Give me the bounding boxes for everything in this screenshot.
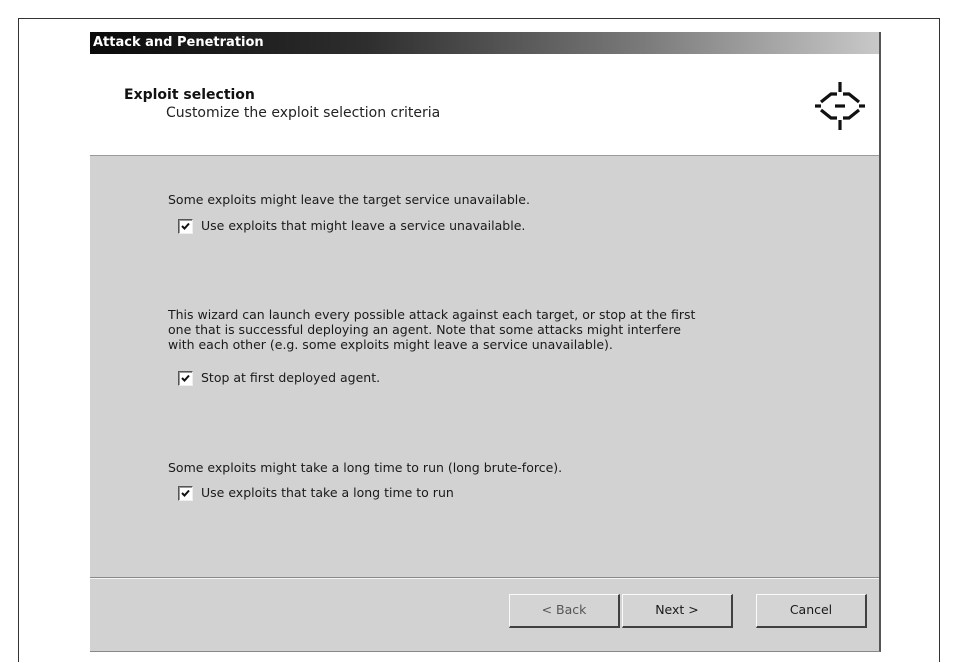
checkbox-stop-first-agent[interactable] [178,371,193,386]
checkbox-label-service-unavailable[interactable]: Use exploits that might leave a service … [201,218,525,233]
check-mark-icon [181,489,190,497]
section-3-line-1: Some exploits might take a long time to … [168,460,563,475]
wizard-dialog: Attack and Penetration Exploit selection… [90,32,881,652]
section-2-line-2: one that is successful deploying an agen… [168,322,682,337]
next-button[interactable]: Next > [622,594,733,628]
wizard-header: Exploit selection Customize the exploit … [90,54,879,156]
checkbox-long-running[interactable] [178,486,193,501]
check-mark-icon [181,222,190,230]
title-bar[interactable]: Attack and Penetration [90,32,879,54]
checkbox-service-unavailable[interactable] [178,219,193,234]
section-3-text: Some exploits might take a long time to … [168,460,562,475]
cancel-button[interactable]: Cancel [756,594,867,628]
footer-divider-highlight [90,578,879,579]
back-button[interactable]: < Back [509,594,620,628]
section-2-line-3: with each other (e.g. some exploits migh… [168,337,613,352]
checkbox-label-stop-first-agent[interactable]: Stop at first deployed agent. [201,370,380,385]
section-1-text: Some exploits might leave the target ser… [168,192,530,207]
page-subtitle: Customize the exploit selection criteria [166,105,441,121]
target-crosshair-icon [815,82,865,130]
check-mark-icon [181,374,190,382]
page-title: Exploit selection [124,87,255,103]
section-2-text: This wizard can launch every possible at… [168,307,695,352]
checkbox-label-long-running[interactable]: Use exploits that take a long time to ru… [201,485,454,500]
section-1-line-1: Some exploits might leave the target ser… [168,192,530,207]
section-2-line-1: This wizard can launch every possible at… [168,307,696,322]
window-title: Attack and Penetration [93,35,264,50]
